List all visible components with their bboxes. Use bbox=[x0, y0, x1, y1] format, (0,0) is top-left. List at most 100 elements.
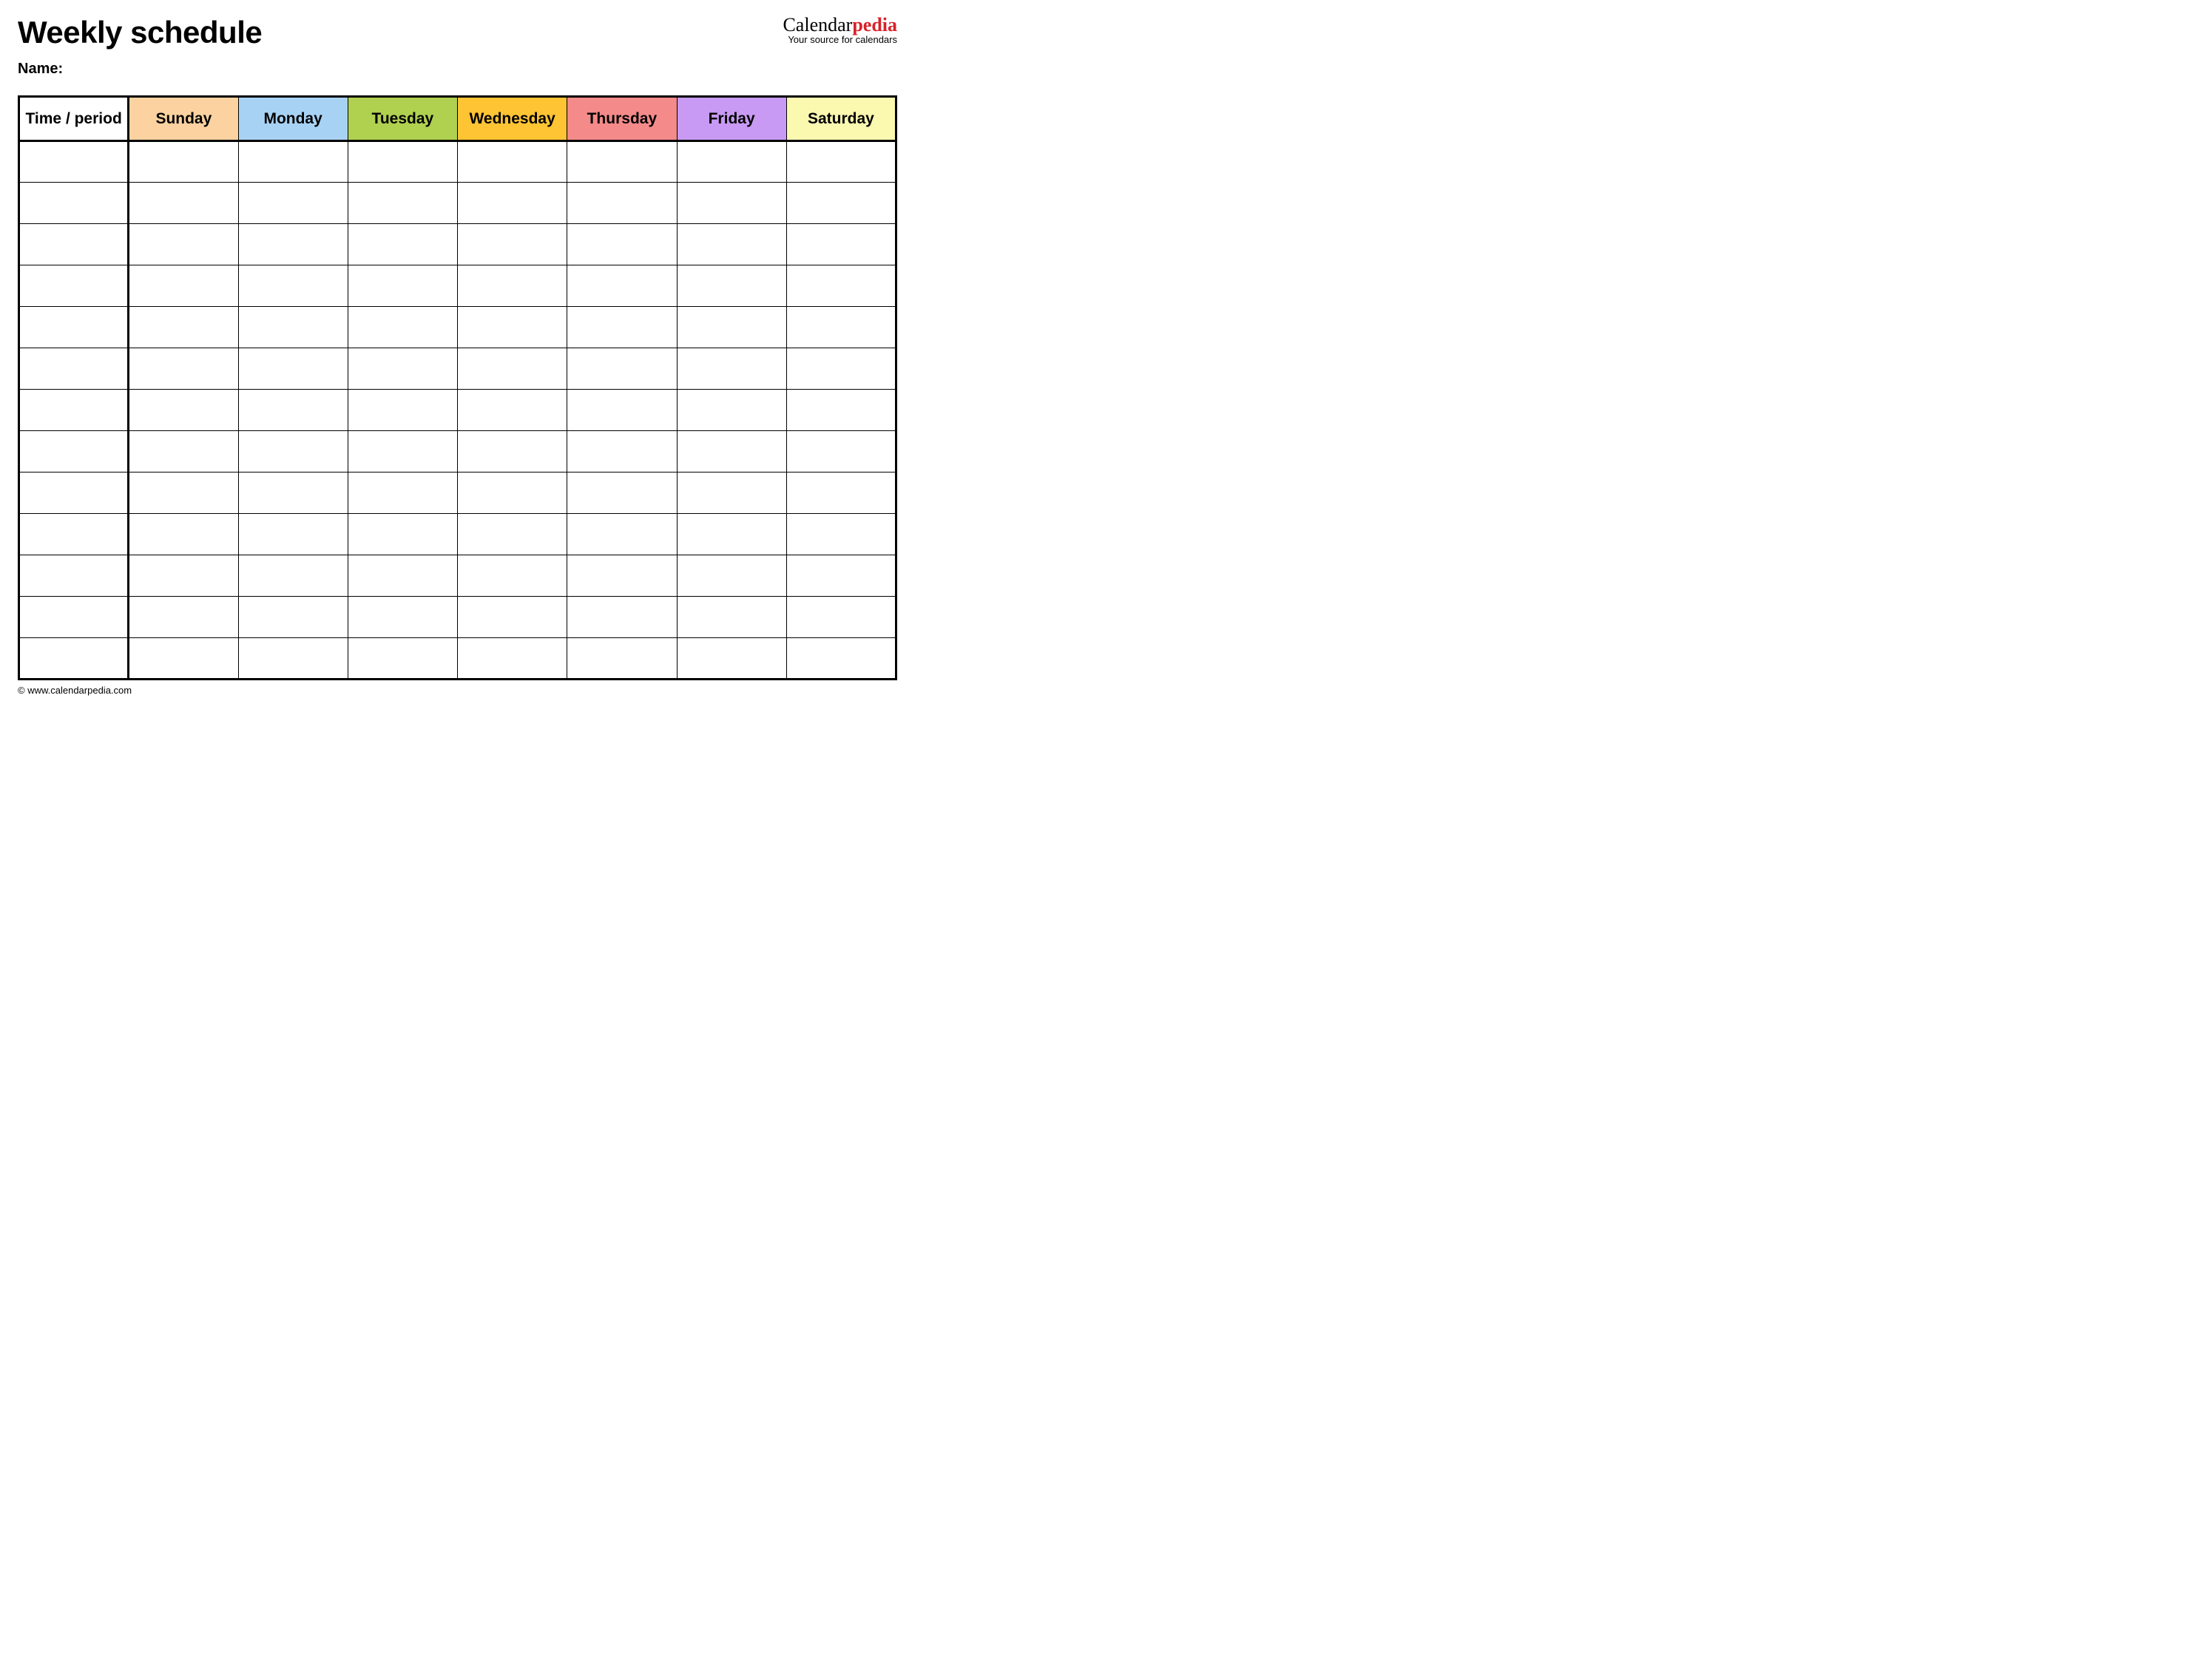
column-header-6: Friday bbox=[677, 97, 786, 141]
schedule-cell bbox=[348, 638, 457, 680]
schedule-cell bbox=[129, 224, 238, 265]
schedule-cell bbox=[458, 265, 567, 307]
schedule-cell bbox=[677, 431, 786, 472]
schedule-cell bbox=[567, 638, 677, 680]
schedule-cell bbox=[458, 514, 567, 555]
schedule-cell bbox=[19, 348, 129, 390]
brand-name: Calendarpedia bbox=[783, 15, 897, 35]
schedule-cell bbox=[238, 265, 348, 307]
schedule-cell bbox=[786, 307, 896, 348]
schedule-cell bbox=[19, 390, 129, 431]
schedule-cell bbox=[677, 141, 786, 183]
schedule-table: Time / periodSundayMondayTuesdayWednesda… bbox=[18, 95, 897, 680]
table-row bbox=[19, 390, 896, 431]
schedule-cell bbox=[677, 638, 786, 680]
schedule-cell bbox=[348, 224, 457, 265]
schedule-cell bbox=[567, 472, 677, 514]
schedule-cell bbox=[567, 307, 677, 348]
table-row bbox=[19, 638, 896, 680]
schedule-cell bbox=[458, 638, 567, 680]
table-row bbox=[19, 472, 896, 514]
schedule-cell bbox=[567, 514, 677, 555]
brand-block: Calendarpedia Your source for calendars bbox=[783, 15, 897, 45]
schedule-cell bbox=[238, 141, 348, 183]
schedule-cell bbox=[786, 265, 896, 307]
schedule-cell bbox=[677, 514, 786, 555]
table-row bbox=[19, 348, 896, 390]
schedule-cell bbox=[348, 265, 457, 307]
schedule-cell bbox=[348, 183, 457, 224]
schedule-cell bbox=[567, 597, 677, 638]
schedule-cell bbox=[567, 224, 677, 265]
schedule-cell bbox=[567, 183, 677, 224]
footer-copyright: © www.calendarpedia.com bbox=[18, 685, 897, 696]
schedule-cell bbox=[567, 431, 677, 472]
schedule-cell bbox=[458, 307, 567, 348]
schedule-cell bbox=[129, 348, 238, 390]
schedule-cell bbox=[129, 555, 238, 597]
schedule-cell bbox=[786, 514, 896, 555]
column-header-4: Wednesday bbox=[458, 97, 567, 141]
schedule-cell bbox=[567, 265, 677, 307]
schedule-cell bbox=[238, 472, 348, 514]
schedule-cell bbox=[677, 472, 786, 514]
schedule-cell bbox=[458, 141, 567, 183]
schedule-cell bbox=[677, 183, 786, 224]
schedule-cell bbox=[19, 472, 129, 514]
name-label: Name: bbox=[18, 61, 63, 77]
schedule-cell bbox=[238, 597, 348, 638]
schedule-cell bbox=[786, 183, 896, 224]
schedule-cell bbox=[677, 265, 786, 307]
schedule-cell bbox=[129, 597, 238, 638]
schedule-cell bbox=[238, 307, 348, 348]
schedule-cell bbox=[238, 514, 348, 555]
schedule-cell bbox=[129, 265, 238, 307]
schedule-cell bbox=[129, 141, 238, 183]
schedule-cell bbox=[567, 555, 677, 597]
schedule-cell bbox=[786, 224, 896, 265]
schedule-cell bbox=[786, 597, 896, 638]
schedule-cell bbox=[786, 141, 896, 183]
schedule-cell bbox=[348, 348, 457, 390]
schedule-cell bbox=[458, 348, 567, 390]
schedule-cell bbox=[348, 141, 457, 183]
schedule-cell bbox=[348, 390, 457, 431]
schedule-cell bbox=[19, 183, 129, 224]
schedule-cell bbox=[238, 638, 348, 680]
schedule-cell bbox=[567, 390, 677, 431]
schedule-cell bbox=[348, 307, 457, 348]
schedule-cell bbox=[129, 472, 238, 514]
schedule-cell bbox=[677, 597, 786, 638]
schedule-cell bbox=[129, 307, 238, 348]
schedule-cell bbox=[238, 555, 348, 597]
schedule-cell bbox=[129, 183, 238, 224]
table-row bbox=[19, 183, 896, 224]
header-row: Time / periodSundayMondayTuesdayWednesda… bbox=[19, 97, 896, 141]
table-row bbox=[19, 597, 896, 638]
header: Weekly schedule Calendarpedia Your sourc… bbox=[18, 15, 897, 50]
schedule-cell bbox=[677, 348, 786, 390]
schedule-cell bbox=[19, 224, 129, 265]
table-row bbox=[19, 555, 896, 597]
schedule-cell bbox=[19, 431, 129, 472]
body-rows bbox=[19, 141, 896, 680]
schedule-cell bbox=[786, 431, 896, 472]
brand-tagline: Your source for calendars bbox=[783, 35, 897, 45]
schedule-cell bbox=[786, 348, 896, 390]
schedule-cell bbox=[19, 555, 129, 597]
column-header-1: Sunday bbox=[129, 97, 238, 141]
table-row bbox=[19, 224, 896, 265]
schedule-cell bbox=[129, 514, 238, 555]
table-row bbox=[19, 307, 896, 348]
schedule-cell bbox=[348, 514, 457, 555]
schedule-cell bbox=[19, 307, 129, 348]
schedule-cell bbox=[458, 597, 567, 638]
schedule-cell bbox=[458, 390, 567, 431]
schedule-cell bbox=[348, 555, 457, 597]
schedule-cell bbox=[238, 224, 348, 265]
name-row: Name: bbox=[18, 61, 897, 78]
schedule-cell bbox=[677, 555, 786, 597]
schedule-cell bbox=[677, 390, 786, 431]
schedule-cell bbox=[786, 472, 896, 514]
schedule-cell bbox=[129, 431, 238, 472]
